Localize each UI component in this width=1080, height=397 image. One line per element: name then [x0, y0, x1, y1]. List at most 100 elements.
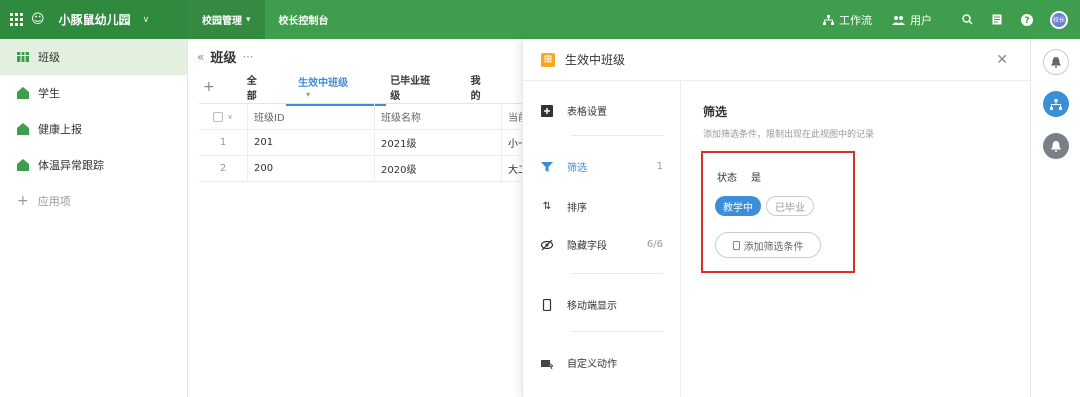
filter-operator: 是 [751, 173, 761, 184]
view-tabs: + 全部 生效中班级▾ 已毕业班级 我的 [203, 74, 522, 106]
home-icon [17, 123, 29, 135]
table-row[interactable]: 1 201 2021级 小一 [199, 130, 522, 156]
custom-action-icon [541, 359, 553, 369]
select-all-cell: ∨ [199, 104, 248, 129]
menu-divider [571, 135, 663, 136]
filter-options: 教学中 已毕业 [715, 196, 814, 216]
filter-count: 1 [656, 161, 663, 172]
page-title: 班级 [210, 51, 237, 66]
users-icon [892, 15, 905, 25]
sidebar-item-classes[interactable]: 班级 [0, 39, 187, 75]
tab-principal-console[interactable]: 校长控制台 [265, 0, 343, 39]
select-all-checkbox[interactable] [213, 111, 224, 122]
chevron-down-icon: ▾ [246, 14, 251, 25]
table-cell[interactable]: 2020级 [375, 156, 502, 181]
filter-condition[interactable]: 状态 是 [717, 169, 761, 184]
add-app-item-button[interactable]: + 应用项 [0, 183, 187, 219]
sidebar-item-label: 体温异常跟踪 [38, 159, 104, 172]
main-content: « 班级 ⋯ + 全部 生效中班级▾ 已毕业班级 我的 ∨ 班级ID 班级名称 … [189, 39, 522, 397]
tab-label: 校园管理 [202, 16, 242, 27]
panel-menu: 表格设置 筛选 1 ⇅ 排序 隐藏字段 6/6 移动端显示 自定义动作 [523, 81, 681, 397]
sort-icon: ⇅ [542, 201, 552, 212]
close-icon[interactable]: ✕ [996, 52, 1008, 68]
add-filter-icon [732, 240, 740, 250]
tab-active-classes[interactable]: 生效中班级▾ [286, 74, 387, 106]
menu-item-label: 隐藏字段 [567, 241, 607, 252]
search-icon[interactable] [960, 13, 974, 27]
menu-item-filter[interactable]: 筛选 1 [541, 159, 663, 174]
sidebar-item-students[interactable]: 学生 [0, 75, 187, 111]
users-label: 用户 [910, 13, 932, 27]
menu-item-custom-actions[interactable]: 自定义动作 [541, 355, 663, 370]
eye-off-icon [541, 239, 553, 250]
tab-all[interactable]: 全部 [247, 72, 266, 102]
table-cell[interactable]: 201 [248, 130, 375, 155]
plus-icon: + [17, 193, 29, 209]
app-switcher[interactable]: ☺ 小豚鼠幼儿园 ∨ [0, 0, 188, 39]
help-icon[interactable]: ? [1020, 13, 1034, 27]
collapse-sidebar-icon[interactable]: « [197, 50, 204, 64]
sidebar-item-temperature-tracking[interactable]: 体温异常跟踪 [0, 147, 187, 183]
workflow-icon [823, 14, 834, 25]
sidebar-item-health-report[interactable]: 健康上报 [0, 111, 187, 147]
view-settings-panel: ⊞ 生效中班级 ✕ 表格设置 筛选 1 ⇅ 排序 隐藏字段 6/6 移动端显示 [522, 39, 1030, 397]
add-filter-button[interactable]: 添加筛选条件 [715, 232, 821, 258]
mobile-icon [542, 298, 552, 311]
sidebar-item-label: 健康上报 [38, 123, 82, 136]
menu-item-table-settings[interactable]: 表格设置 [541, 103, 663, 118]
more-options-icon[interactable]: ⋯ [242, 50, 253, 63]
table-cell[interactable]: 2021级 [375, 130, 502, 155]
menu-divider [571, 273, 663, 274]
tab-graduated-classes[interactable]: 已毕业班级 [390, 72, 438, 102]
row-index: 1 [199, 130, 248, 155]
table-cell[interactable]: 大二 [502, 156, 522, 181]
menu-item-label: 排序 [567, 203, 587, 214]
menu-item-label: 自定义动作 [567, 359, 617, 370]
right-rail [1030, 39, 1080, 397]
sidebar-item-label: 学生 [38, 87, 60, 100]
filter-field-label: 状态 [717, 173, 737, 184]
filter-heading: 筛选 [703, 105, 728, 119]
chevron-down-icon[interactable]: ∨ [143, 15, 150, 25]
table-row[interactable]: 2 200 2020级 大二 [199, 156, 522, 182]
filter-condition-box: 状态 是 教学中 已毕业 添加筛选条件 [701, 151, 855, 273]
home-icon [17, 159, 29, 171]
app-name[interactable]: 小豚鼠幼儿园 [59, 11, 131, 28]
table-cell[interactable]: 小一 [502, 130, 522, 155]
option-graduated-chip[interactable]: 已毕业 [766, 196, 814, 216]
tab-campus-management[interactable]: 校园管理 ▾ [188, 0, 265, 39]
table-header-row: ∨ 班级ID 班级名称 当前 [199, 104, 522, 130]
option-teaching-chip[interactable]: 教学中 [715, 196, 761, 216]
row-index: 2 [199, 156, 248, 181]
menu-item-label: 表格设置 [567, 107, 607, 118]
menu-item-mobile-display[interactable]: 移动端显示 [541, 297, 663, 312]
menu-item-hidden-fields[interactable]: 隐藏字段 6/6 [541, 237, 663, 252]
workflow-link[interactable]: 工作流 [823, 12, 872, 28]
menu-item-label: 移动端显示 [567, 301, 617, 312]
svg-text:?: ? [1024, 16, 1029, 26]
panel-header: ⊞ 生效中班级 ✕ [523, 39, 1030, 81]
chevron-down-icon[interactable]: ▾ [306, 90, 310, 99]
users-link[interactable]: 用户 [892, 12, 932, 28]
apps-grid-icon[interactable] [10, 13, 23, 26]
document-icon[interactable] [990, 13, 1004, 27]
table-settings-icon [541, 104, 553, 117]
user-avatar[interactable]: 校长 [1050, 10, 1068, 29]
notification-bell-icon[interactable] [1043, 49, 1069, 75]
column-header[interactable]: 当前 [502, 104, 522, 129]
table-icon [17, 52, 29, 62]
filter-icon [541, 161, 553, 172]
table-cell[interactable]: 200 [248, 156, 375, 181]
column-header[interactable]: 班级ID [248, 104, 375, 129]
kindergarten-logo-icon: ☺ [31, 12, 45, 27]
tab-mine[interactable]: 我的 [471, 72, 490, 102]
chevron-down-icon[interactable]: ∨ [227, 113, 232, 121]
home-icon [17, 87, 29, 99]
org-chart-icon[interactable] [1043, 91, 1069, 117]
avatar-text: 校长 [1052, 17, 1065, 24]
bell-icon[interactable] [1043, 133, 1069, 159]
column-header[interactable]: 班级名称 [375, 104, 502, 129]
menu-item-sort[interactable]: ⇅ 排序 [541, 199, 663, 214]
add-view-button[interactable]: + [203, 79, 215, 95]
menu-divider [571, 331, 663, 332]
